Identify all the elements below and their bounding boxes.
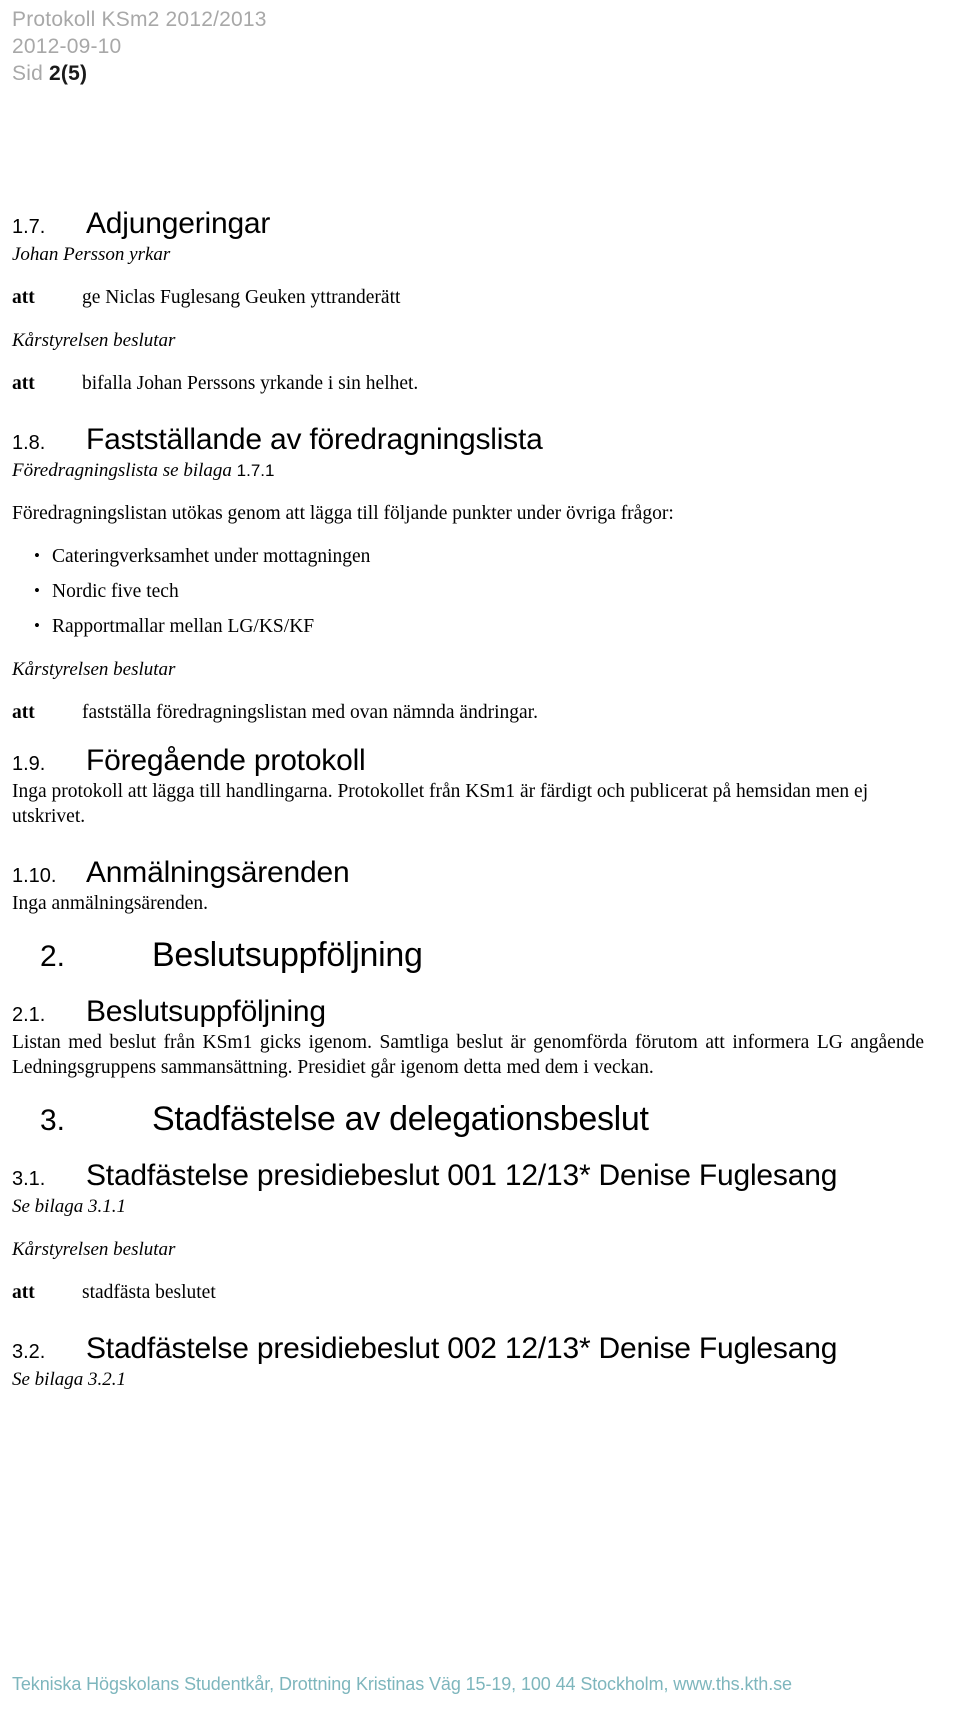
document-body: 1.7. Adjungeringar Johan Persson yrkar a…	[12, 206, 924, 1392]
heading-1-7: 1.7. Adjungeringar	[12, 206, 924, 242]
att-label: att	[12, 287, 35, 308]
heading-2-title: Beslutsuppföljning	[152, 936, 423, 974]
document-footer: Tekniska Högskolans Studentkår, Drottnin…	[12, 1674, 792, 1694]
section-1-8-attachment: Föredragningslista se bilaga 1.7.1	[12, 458, 924, 483]
header-page-label: Sid	[12, 62, 49, 85]
header-page-indicator: Sid 2(5)	[12, 60, 267, 87]
heading-1-10-number: 1.10.	[12, 865, 57, 887]
list-item: Nordic five tech	[12, 578, 924, 604]
att-label: att	[12, 1282, 35, 1303]
section-3-2-attachment: Se bilaga 3.2.1	[12, 1369, 126, 1390]
heading-3: 3. Stadfästelse av delegationsbeslut	[12, 1098, 924, 1140]
section-1-7-decision: Kårstyrelsen beslutar	[12, 330, 176, 351]
att-text: ge Niclas Fuglesang Geuken yttranderätt	[82, 287, 401, 308]
section-1-8-bullets: Cateringverksamhet under mottagningen No…	[12, 543, 924, 639]
att-text: fastställa föredragningslistan med ovan …	[82, 702, 538, 723]
heading-3-2-title: Stadfästelse presidiebeslut 002 12/13* D…	[86, 1332, 838, 1365]
heading-2-number: 2.	[40, 940, 66, 973]
att-text: stadfästa beslutet	[82, 1282, 216, 1303]
document-header: Protokoll KSm2 2012/2013 2012-09-10 Sid …	[12, 6, 267, 87]
section-2-1-body: Listan med beslut från KSm1 gicks igenom…	[12, 1032, 924, 1078]
heading-1-8-title: Fastställande av föredragningslista	[86, 423, 543, 456]
section-1-8-decision: Kårstyrelsen beslutar	[12, 659, 176, 680]
heading-2: 2. Beslutsuppföljning	[12, 934, 924, 976]
att-label: att	[12, 373, 35, 394]
heading-1-7-number: 1.7.	[12, 216, 46, 238]
header-title: Protokoll KSm2 2012/2013	[12, 8, 267, 31]
heading-1-9-title: Föregående protokoll	[86, 744, 366, 777]
section-1-7-att-2: att bifalla Johan Perssons yrkande i sin…	[12, 371, 924, 396]
att-text: bifalla Johan Perssons yrkande i sin hel…	[82, 373, 419, 394]
att-label: att	[12, 702, 35, 723]
section-1-9-body: Inga protokoll att lägga till handlingar…	[12, 781, 869, 827]
heading-2-1: 2.1. Beslutsuppföljning	[12, 994, 924, 1030]
heading-3-2: 3.2. Stadfästelse presidiebeslut 002 12/…	[12, 1331, 924, 1367]
section-1-8-att: att fastställa föredragningslistan med o…	[12, 700, 924, 725]
heading-2-1-number: 2.1.	[12, 1004, 46, 1026]
section-3-1-attachment: Se bilaga 3.1.1	[12, 1196, 126, 1217]
attachment-label: Föredragningslista se bilaga	[12, 460, 237, 481]
section-1-7-att-1: att ge Niclas Fuglesang Geuken yttrander…	[12, 285, 924, 310]
heading-3-1-title: Stadfästelse presidiebeslut 001 12/13* D…	[86, 1159, 838, 1192]
heading-1-10: 1.10. Anmälningsärenden	[12, 855, 924, 891]
document-page: Protokoll KSm2 2012/2013 2012-09-10 Sid …	[0, 0, 960, 1712]
attachment-number: 1.7.1	[236, 461, 275, 480]
list-item: Rapportmallar mellan LG/KS/KF	[12, 613, 924, 639]
heading-1-8-number: 1.8.	[12, 432, 46, 454]
list-item: Cateringverksamhet under mottagningen	[12, 543, 924, 569]
heading-3-1: 3.1. Stadfästelse presidiebeslut 001 12/…	[12, 1158, 924, 1194]
header-page-number: 2(5)	[49, 62, 88, 85]
section-3-1-att: att stadfästa beslutet	[12, 1280, 924, 1305]
heading-3-number: 3.	[40, 1104, 66, 1137]
heading-1-8: 1.8. Fastställande av föredragningslista	[12, 422, 924, 458]
section-1-10-body: Inga anmälningsärenden.	[12, 893, 209, 914]
section-3-1-decision: Kårstyrelsen beslutar	[12, 1239, 176, 1260]
heading-1-10-title: Anmälningsärenden	[86, 856, 350, 889]
heading-3-title: Stadfästelse av delegationsbeslut	[152, 1100, 649, 1138]
heading-3-1-number: 3.1.	[12, 1168, 46, 1190]
heading-3-2-number: 3.2.	[12, 1341, 46, 1363]
section-1-7-intro: Johan Persson yrkar	[12, 244, 171, 265]
header-date: 2012-09-10	[12, 35, 122, 58]
heading-1-9: 1.9. Föregående protokoll	[12, 743, 924, 779]
heading-1-7-title: Adjungeringar	[86, 207, 271, 240]
heading-1-9-number: 1.9.	[12, 753, 46, 775]
heading-2-1-title: Beslutsuppföljning	[86, 995, 326, 1028]
section-1-8-intro: Föredragningslistan utökas genom att läg…	[12, 503, 674, 524]
